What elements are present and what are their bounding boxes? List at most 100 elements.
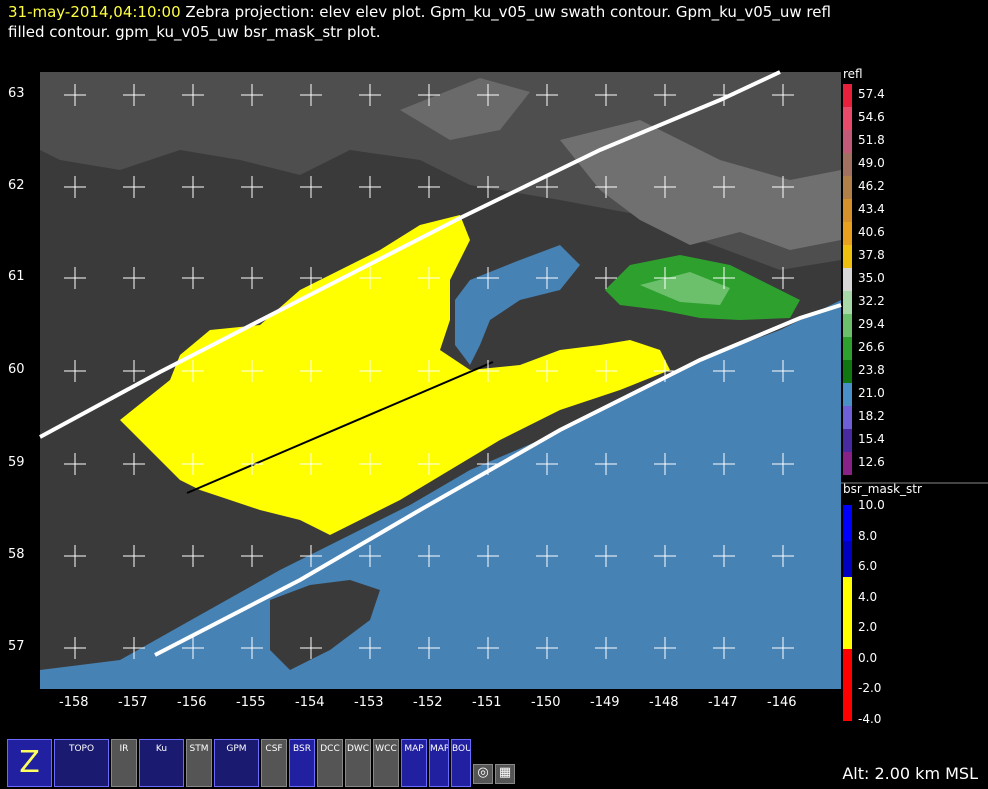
toolbar-button[interactable]: DWC <box>345 739 371 787</box>
legend-refl-label: 12.6 <box>858 455 885 469</box>
toolbar-button[interactable]: Z <box>7 739 52 787</box>
legend-refl-colorbar <box>843 84 852 475</box>
x-tick-label: -154 <box>295 695 325 710</box>
toolbar-button-label: STM <box>189 744 209 754</box>
legend-bsr-swatch <box>843 541 852 577</box>
y-tick-label: 62 <box>8 178 25 193</box>
toolbar-button[interactable]: WCC <box>373 739 399 787</box>
legend-refl-label: 26.6 <box>858 340 885 354</box>
legend-refl-label: 29.4 <box>858 317 885 331</box>
legend-bsr-colorbar <box>843 505 852 721</box>
legend-refl-label: 23.8 <box>858 363 885 377</box>
x-tick-label: -148 <box>649 695 679 710</box>
x-tick-label: -158 <box>59 695 89 710</box>
legend-bsr-swatch <box>843 613 852 649</box>
toolbar-button[interactable]: DCC <box>317 739 343 787</box>
legend-refl-swatch <box>843 199 852 222</box>
toolbar-button[interactable]: MAP <box>429 739 449 787</box>
legend-bsr-swatch <box>843 649 852 685</box>
legend-refl-swatch <box>843 222 852 245</box>
legend-refl-label: 49.0 <box>858 156 885 170</box>
legend-refl-swatch <box>843 360 852 383</box>
toolbar-button-label: Ku <box>155 744 168 754</box>
legend-refl-swatch <box>843 176 852 199</box>
legend-refl-swatch <box>843 337 852 360</box>
legend-bsr-swatch <box>843 577 852 613</box>
toolbar-button-label: BSR <box>293 744 311 754</box>
toolbar-button-label: Z <box>19 745 40 780</box>
legend-refl-swatch <box>843 452 852 475</box>
legend-refl-label: 37.8 <box>858 248 885 262</box>
legend-refl-label: 40.6 <box>858 225 885 239</box>
legend-refl-label: 18.2 <box>858 409 885 423</box>
legend-bsr-label: 10.0 <box>858 498 885 512</box>
legend-bsr-label: -2.0 <box>858 681 882 695</box>
legend-refl-swatch <box>843 314 852 337</box>
altitude-readout: Alt: 2.00 km MSL <box>842 764 978 783</box>
toolbar-button[interactable]: GPM <box>214 739 259 787</box>
x-tick-label: -147 <box>708 695 738 710</box>
x-tick-label: -146 <box>767 695 797 710</box>
legend-refl-label: 51.8 <box>858 133 885 147</box>
legend-refl-label: 57.4 <box>858 87 885 101</box>
y-tick-label: 63 <box>8 86 25 101</box>
x-tick-label: -152 <box>413 695 443 710</box>
legend-refl-swatch <box>843 268 852 291</box>
y-tick-label: 57 <box>8 639 25 654</box>
toolbar-button[interactable]: IR <box>111 739 137 787</box>
toolbar-button[interactable]: BOUNDS <box>451 739 471 787</box>
x-tick-label: -156 <box>177 695 207 710</box>
toolbar-button-label: MAP <box>404 744 424 754</box>
grid-icon[interactable]: ▦ <box>495 764 515 784</box>
toolbar-button-label: BOUNDS <box>452 744 471 754</box>
target-icon[interactable]: ◎ <box>473 764 493 784</box>
legend-refl-swatch <box>843 429 852 452</box>
toolbar-button[interactable]: MAP <box>401 739 427 787</box>
x-tick-label: -155 <box>236 695 266 710</box>
legend-bsr-label: -4.0 <box>858 711 882 726</box>
legend-bsr-swatch <box>843 685 852 721</box>
toolbar-button-label: IR <box>119 744 129 754</box>
y-tick-label: 58 <box>8 547 25 562</box>
legend-refl-swatch <box>843 130 852 153</box>
legend-refl-title: refl <box>843 67 863 81</box>
legend-refl-swatch <box>843 406 852 429</box>
toolbar-button[interactable]: STM <box>186 739 212 787</box>
toolbar-button[interactable]: BSR <box>289 739 315 787</box>
legend-refl-swatch <box>843 245 852 268</box>
toolbar-button[interactable]: TOPO <box>54 739 109 787</box>
legend-refl-label: 43.4 <box>858 202 885 216</box>
legend-refl-label: 35.0 <box>858 271 885 285</box>
legend-refl-label: 54.6 <box>858 110 885 124</box>
legend-refl-label: 32.2 <box>858 294 885 308</box>
legend-refl-swatch <box>843 107 852 130</box>
toolbar-button-label: CSF <box>265 744 283 754</box>
legend-refl-swatch <box>843 84 852 107</box>
x-tick-label: -149 <box>590 695 620 710</box>
legend-refl-swatch <box>843 153 852 176</box>
x-tick-label: -157 <box>118 695 148 710</box>
legend-bsr-label: 4.0 <box>858 589 878 604</box>
toolbar-button-label: DWC <box>346 744 370 754</box>
x-tick-label: -151 <box>472 695 502 710</box>
map-plot[interactable] <box>0 0 988 789</box>
legend-bsr-title: bsr_mask_str <box>843 482 922 496</box>
toolbar-button-label: DCC <box>320 744 340 754</box>
y-tick-label: 60 <box>8 362 25 377</box>
toolbar-button-label: WCC <box>375 744 397 754</box>
legend-bsr-label: 0.0 <box>858 650 878 665</box>
toolbar-button-label: MAP <box>430 744 449 754</box>
toolbar-button[interactable]: Ku <box>139 739 184 787</box>
legend-refl-swatch <box>843 291 852 314</box>
legend-refl-label: 46.2 <box>858 179 885 193</box>
legend-refl-label: 21.0 <box>858 386 885 400</box>
x-tick-label: -150 <box>531 695 561 710</box>
toolbar-button-label: GPM <box>226 744 247 754</box>
toolbar-button[interactable]: CSF <box>261 739 287 787</box>
legend-refl-swatch <box>843 383 852 406</box>
legend-bsr-label: 8.0 <box>858 528 878 543</box>
legend-bsr-label: 6.0 <box>858 559 878 573</box>
y-tick-label: 61 <box>8 269 25 284</box>
y-tick-label: 59 <box>8 455 25 470</box>
toolbar-button-label: TOPO <box>68 744 95 754</box>
